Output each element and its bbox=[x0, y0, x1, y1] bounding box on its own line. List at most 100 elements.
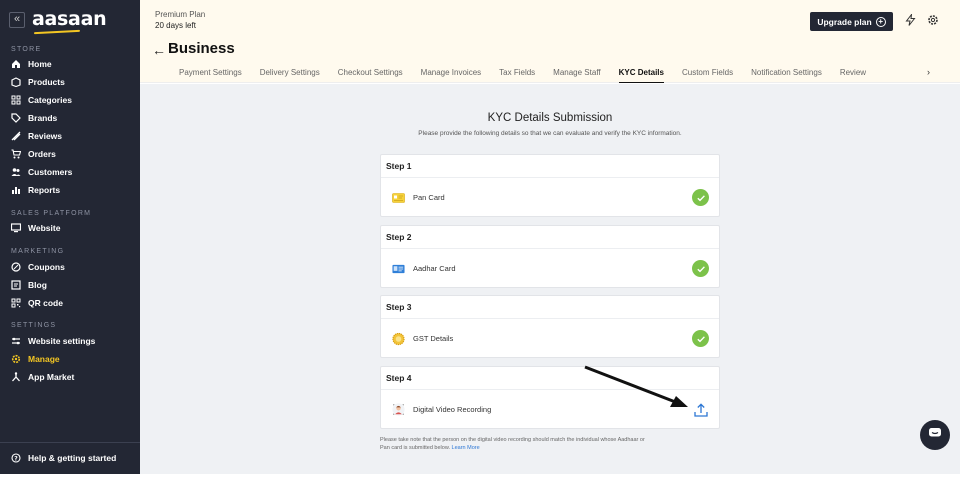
settings-gear-icon[interactable] bbox=[926, 13, 940, 27]
home-icon bbox=[11, 59, 21, 69]
sidebar-item-brands[interactable]: Brands bbox=[0, 109, 140, 127]
sidebar-item-orders[interactable]: Orders bbox=[0, 145, 140, 163]
tab-delivery-settings[interactable]: Delivery Settings bbox=[260, 68, 320, 83]
logo-underline bbox=[33, 29, 81, 35]
bottom-strip bbox=[0, 474, 960, 480]
help-label: Help & getting started bbox=[28, 453, 117, 463]
step-row-aadhar-card[interactable]: Aadhar Card bbox=[381, 249, 719, 288]
coupon-icon bbox=[11, 262, 21, 272]
section-label-sales-platform: SALES PLATFORM bbox=[11, 210, 92, 217]
sidebar-item-label: Website settings bbox=[28, 336, 96, 346]
section-label-store: STORE bbox=[11, 46, 42, 53]
upgrade-plan-button[interactable]: Upgrade plan + bbox=[810, 12, 893, 31]
step-row-pan-card[interactable]: Pan Card bbox=[381, 178, 719, 217]
sidebar-item-label: Website bbox=[28, 223, 61, 233]
sidebar-item-label: Coupons bbox=[28, 262, 65, 272]
chevron-right-icon[interactable]: › bbox=[927, 67, 930, 77]
sidebar-item-app-market[interactable]: App Market bbox=[0, 368, 140, 386]
check-circle-icon bbox=[692, 189, 709, 206]
gst-badge-icon bbox=[392, 332, 405, 345]
sidebar-item-categories[interactable]: Categories bbox=[0, 91, 140, 109]
step-card-video: Step 4 Digital Video Recording bbox=[380, 366, 720, 429]
sidebar-item-manage[interactable]: Manage bbox=[0, 350, 140, 368]
learn-more-link[interactable]: Learn More bbox=[452, 445, 480, 451]
sidebar-item-label: Categories bbox=[28, 95, 72, 105]
sidebar-item-reports[interactable]: Reports bbox=[0, 181, 140, 199]
sidebar-item-label: Reports bbox=[28, 185, 61, 195]
main-content: KYC Details Submission Please provide th… bbox=[140, 84, 960, 474]
step-label: Digital Video Recording bbox=[413, 405, 492, 414]
sidebar-item-label: Home bbox=[28, 59, 52, 69]
gear-icon bbox=[11, 354, 21, 364]
sidebar-item-coupons[interactable]: Coupons bbox=[0, 258, 140, 276]
sidebar-item-customers[interactable]: Customers bbox=[0, 163, 140, 181]
step-heading: Step 2 bbox=[381, 226, 719, 249]
plan-name: Premium Plan bbox=[155, 10, 206, 19]
tab-kyc-details[interactable]: KYC Details bbox=[618, 68, 664, 83]
sidebar-item-label: QR code bbox=[28, 298, 63, 308]
blog-icon bbox=[11, 280, 21, 290]
section-label-settings: SETTINGS bbox=[11, 322, 57, 329]
chat-bubble-icon bbox=[928, 426, 942, 444]
tab-manage-invoices[interactable]: Manage Invoices bbox=[421, 68, 481, 83]
sidebar-item-qr-code[interactable]: QR code bbox=[0, 294, 140, 312]
users-icon bbox=[11, 167, 21, 177]
sidebar-item-website[interactable]: Website bbox=[0, 219, 140, 237]
video-avatar-icon bbox=[392, 403, 405, 416]
step-heading: Step 3 bbox=[381, 296, 719, 319]
logo[interactable]: aasaan bbox=[32, 8, 107, 30]
qr-icon bbox=[11, 298, 21, 308]
tab-review[interactable]: Review bbox=[840, 68, 866, 83]
sidebar-item-products[interactable]: Products bbox=[0, 73, 140, 91]
tab-manage-staff[interactable]: Manage Staff bbox=[553, 68, 600, 83]
video-note: Please take note that the person on the … bbox=[380, 437, 720, 452]
note-line-2: Pan card is submitted below. bbox=[380, 444, 451, 451]
back-arrow-icon[interactable]: ← bbox=[152, 42, 166, 58]
step-row-digital-video-recording[interactable]: Digital Video Recording bbox=[381, 390, 719, 429]
step-card-aadhar: Step 2 Aadhar Card bbox=[380, 225, 720, 288]
sidebar: « aasaan STORE Home Products Categories … bbox=[0, 0, 140, 474]
step-label: Pan Card bbox=[413, 193, 445, 202]
note-line-1: Please take note that the person on the … bbox=[380, 437, 645, 443]
tab-notification-settings[interactable]: Notification Settings bbox=[751, 68, 822, 83]
pan-card-icon bbox=[392, 191, 405, 204]
help-icon: ? bbox=[11, 453, 21, 463]
kyc-subtitle: Please provide the following details so … bbox=[418, 130, 682, 137]
sidebar-item-label: Brands bbox=[28, 113, 58, 123]
tab-tax-fields[interactable]: Tax Fields bbox=[499, 68, 535, 83]
step-label: Aadhar Card bbox=[413, 264, 456, 273]
plus-circle-icon: + bbox=[875, 16, 886, 27]
step-card-pan: Step 1 Pan Card bbox=[380, 154, 720, 217]
sidebar-item-reviews[interactable]: Reviews bbox=[0, 127, 140, 145]
tab-custom-fields[interactable]: Custom Fields bbox=[682, 68, 733, 83]
help-link[interactable]: ? Help & getting started bbox=[0, 449, 140, 467]
step-label: GST Details bbox=[413, 334, 454, 343]
sliders-icon bbox=[11, 336, 21, 346]
sidebar-item-label: Customers bbox=[28, 167, 73, 177]
svg-text:?: ? bbox=[14, 456, 18, 463]
section-label-marketing: MARKETING bbox=[11, 248, 65, 255]
sidebar-item-label: Manage bbox=[28, 354, 60, 364]
step-card-gst: Step 3 GST Details bbox=[380, 295, 720, 358]
sidebar-item-label: Reviews bbox=[28, 131, 63, 141]
step-heading: Step 1 bbox=[381, 155, 719, 178]
page-title: Business bbox=[168, 40, 235, 57]
chat-widget-button[interactable] bbox=[920, 420, 950, 450]
topbar: Premium Plan 20 days left Upgrade plan +… bbox=[140, 0, 960, 83]
lightning-icon[interactable] bbox=[903, 13, 917, 27]
plan-days-left: 20 days left bbox=[155, 21, 196, 30]
sidebar-item-label: Orders bbox=[28, 149, 56, 159]
sidebar-item-home[interactable]: Home bbox=[0, 55, 140, 73]
tab-checkout-settings[interactable]: Checkout Settings bbox=[338, 68, 403, 83]
sidebar-item-label: Products bbox=[28, 77, 65, 87]
sidebar-item-label: App Market bbox=[28, 372, 75, 382]
tab-payment-settings[interactable]: Payment Settings bbox=[179, 68, 242, 83]
upload-icon[interactable] bbox=[693, 402, 709, 418]
cart-icon bbox=[11, 149, 21, 159]
thumb-icon bbox=[11, 131, 21, 141]
check-circle-icon bbox=[692, 330, 709, 347]
collapse-sidebar-button[interactable]: « bbox=[9, 12, 25, 28]
sidebar-item-blog[interactable]: Blog bbox=[0, 276, 140, 294]
step-row-gst-details[interactable]: GST Details bbox=[381, 319, 719, 358]
sidebar-item-website-settings[interactable]: Website settings bbox=[0, 332, 140, 350]
